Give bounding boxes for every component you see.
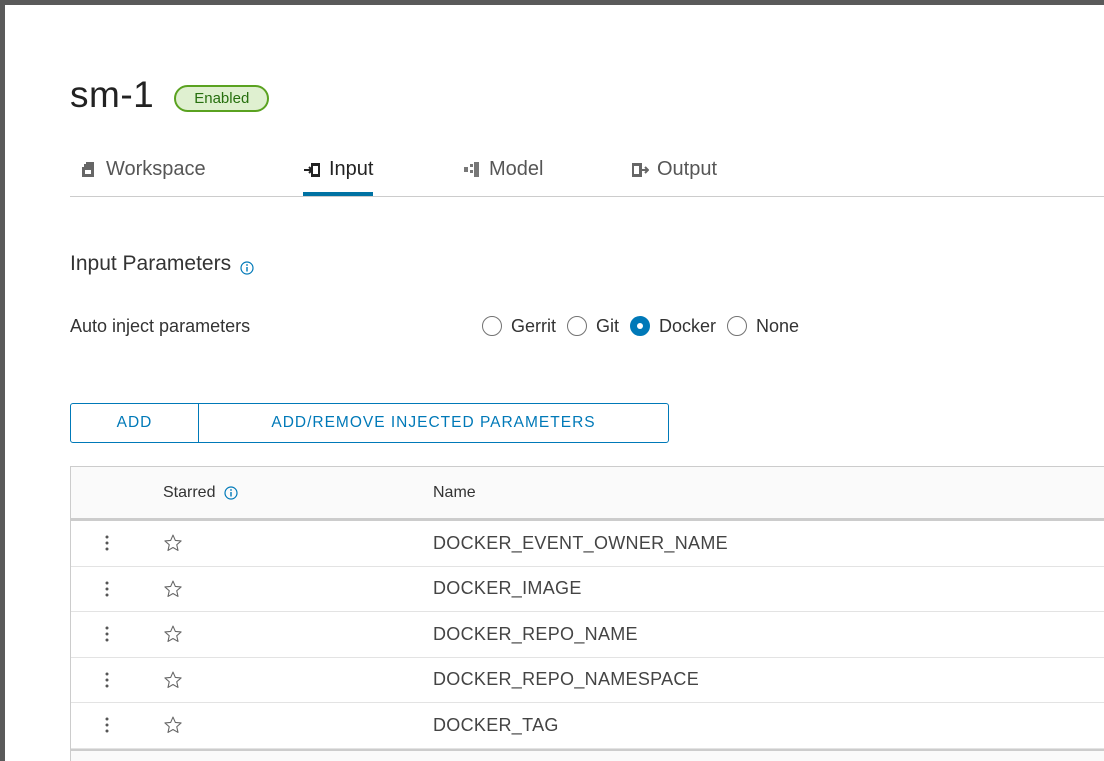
row-menu-icon[interactable]	[101, 567, 113, 611]
parameter-name: DOCKER_REPO_NAME	[433, 623, 638, 644]
page-title: sm-1	[70, 74, 155, 115]
row-menu-icon[interactable]	[101, 703, 113, 747]
star-icon[interactable]	[163, 567, 183, 611]
output-icon	[631, 161, 650, 179]
table-row: DOCKER_EVENT_OWNER_NAME	[71, 521, 1104, 567]
section-title: Input Parameters	[70, 252, 254, 276]
star-icon[interactable]	[163, 703, 183, 747]
table-footer	[71, 748, 1104, 761]
parameter-name: DOCKER_EVENT_OWNER_NAME	[433, 532, 728, 553]
radio-circle	[567, 316, 587, 336]
action-button-group: ADD ADD/REMOVE INJECTED PARAMETERS	[70, 403, 669, 443]
column-header-name[interactable]: Name	[433, 467, 476, 518]
row-menu-icon[interactable]	[101, 612, 113, 656]
column-header-label: Starred	[163, 483, 216, 501]
radio-circle	[727, 316, 748, 336]
radio-gerrit[interactable]: Gerrit	[482, 316, 556, 337]
row-menu-icon[interactable]	[101, 521, 113, 565]
info-icon[interactable]	[240, 257, 254, 275]
radio-label: Git	[596, 315, 620, 336]
radio-label: None	[756, 315, 800, 336]
radio-label: Gerrit	[511, 315, 556, 336]
row-menu-icon[interactable]	[101, 658, 113, 702]
tab-model[interactable]: Model	[463, 143, 543, 196]
parameter-name: DOCKER_IMAGE	[433, 578, 582, 598]
parameter-name: DOCKER_TAG	[433, 714, 559, 735]
auto-inject-label: Auto inject parameters	[70, 315, 251, 336]
model-icon	[463, 161, 481, 179]
table-header: Starred Name	[71, 467, 1104, 521]
table-row: DOCKER_REPO_NAME	[71, 612, 1104, 658]
radio-docker[interactable]: Docker	[630, 316, 716, 337]
table-row: DOCKER_TAG	[71, 703, 1104, 749]
title-row: sm-1 Enabled	[70, 70, 270, 120]
add-button[interactable]: ADD	[71, 404, 199, 442]
radio-circle	[482, 316, 502, 336]
parameter-name: DOCKER_REPO_NAMESPACE	[433, 669, 700, 689]
radio-git[interactable]: Git	[567, 316, 619, 337]
input-icon	[303, 161, 321, 179]
star-icon[interactable]	[163, 658, 183, 702]
star-icon[interactable]	[163, 612, 183, 656]
radio-circle	[630, 316, 651, 336]
radio-none[interactable]: None	[727, 316, 799, 337]
tab-bar: Workspace Input Model Output	[70, 143, 1104, 197]
parameters-table: Starred Name DOCKER_EVENT_OWNER_NAME DOC…	[70, 466, 1104, 761]
tab-label: Workspace	[106, 158, 206, 180]
tab-label: Model	[489, 158, 544, 180]
tab-workspace[interactable]: Workspace	[80, 143, 206, 196]
tab-label: Input	[329, 158, 374, 180]
add-remove-injected-parameters-button[interactable]: ADD/REMOVE INJECTED PARAMETERS	[199, 404, 668, 442]
auto-inject-row: Auto inject parameters Gerrit Git Docker…	[70, 311, 970, 341]
tab-label: Output	[657, 158, 718, 180]
section-title-text: Input Parameters	[70, 252, 232, 275]
info-icon[interactable]	[224, 485, 239, 500]
column-header-label: Name	[433, 483, 476, 501]
table-row: DOCKER_REPO_NAMESPACE	[71, 658, 1104, 703]
star-icon[interactable]	[163, 521, 183, 565]
workspace-icon	[80, 161, 98, 179]
table-row: DOCKER_IMAGE	[71, 567, 1104, 612]
status-badge: Enabled	[174, 84, 270, 112]
column-header-starred[interactable]: Starred	[163, 467, 239, 518]
tab-output[interactable]: Output	[631, 143, 717, 196]
tab-input[interactable]: Input	[303, 143, 374, 196]
radio-label: Docker	[659, 315, 717, 336]
